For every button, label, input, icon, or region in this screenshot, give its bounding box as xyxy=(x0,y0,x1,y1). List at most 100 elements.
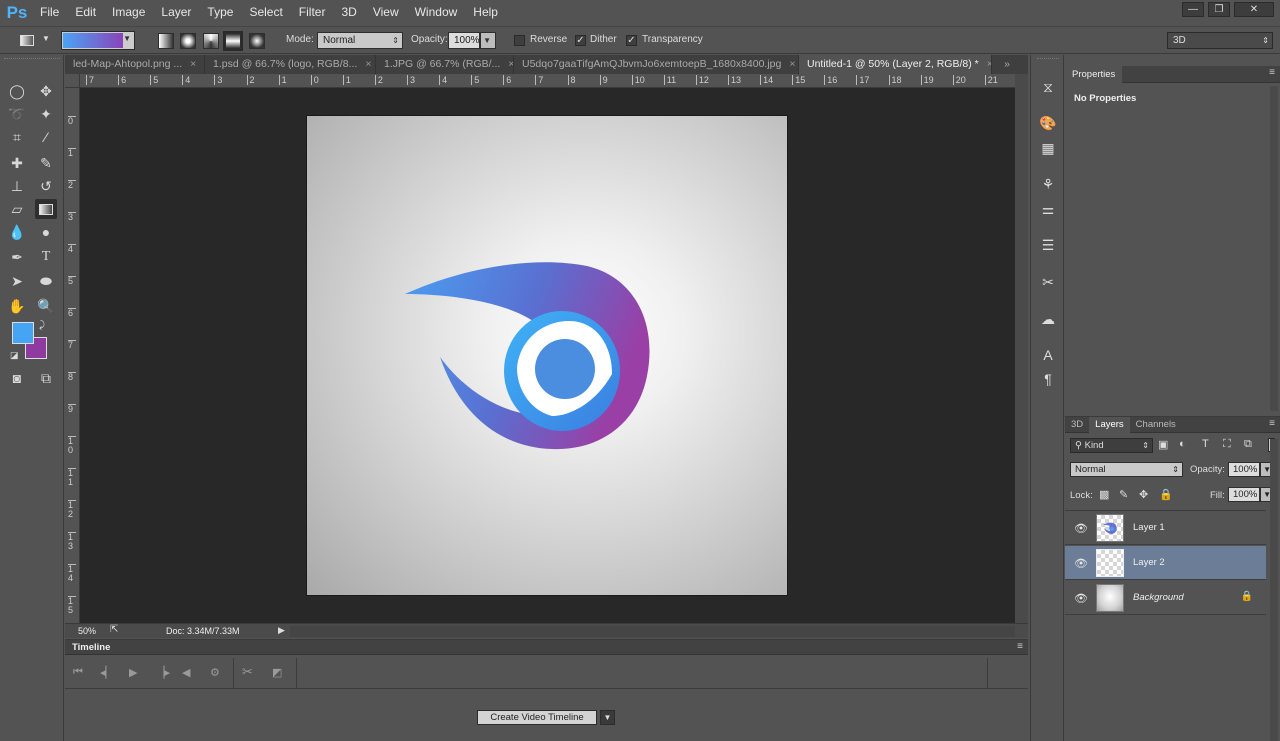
linear-gradient-button[interactable] xyxy=(158,33,174,49)
creative-cloud-icon[interactable]: ☁ xyxy=(1038,309,1058,329)
properties-scrollbar[interactable] xyxy=(1270,86,1278,411)
doc-tab[interactable]: led-Map-Ahtopol.png ... × xyxy=(65,55,205,74)
layer-name[interactable]: Background xyxy=(1133,592,1184,603)
pen-tool-icon[interactable]: ✒ xyxy=(6,247,28,267)
layer-row-selected[interactable]: 👁 Layer 2 xyxy=(1065,546,1266,580)
eye-icon[interactable]: 👁 xyxy=(1074,592,1088,605)
crop-tool-icon[interactable]: ⌗ xyxy=(6,127,28,147)
tab-layers[interactable]: Layers xyxy=(1089,417,1130,433)
gradient-tool-icon[interactable] xyxy=(35,199,57,219)
brush-tool-icon[interactable]: ✎ xyxy=(35,153,57,173)
swatches-panel-icon[interactable]: ▦ xyxy=(1038,138,1058,158)
eye-icon[interactable]: 👁 xyxy=(1074,557,1088,570)
clone-stamp-tool-icon[interactable]: ⊥ xyxy=(6,176,28,196)
screen-mode-icon[interactable]: ⧉ xyxy=(35,368,57,388)
close-button[interactable]: ✕ xyxy=(1234,2,1274,17)
document-canvas[interactable] xyxy=(307,116,787,595)
next-frame-icon[interactable]: ▕▸ xyxy=(156,666,170,679)
brushes-panel-icon[interactable]: ⚘ xyxy=(1038,174,1058,194)
ruler-horizontal[interactable]: 7 6 5 4 3 2 1 0 1 2 3 4 5 6 7 8 9 10 11 12 13 14 15 16 17 18 19 20 2… xyxy=(80,74,1015,88)
hand-tool-icon[interactable]: ✋ xyxy=(6,296,28,316)
quick-mask-icon[interactable]: ◙ xyxy=(6,368,28,388)
reverse-checkbox[interactable] xyxy=(514,35,525,46)
panel-menu-icon[interactable]: ≡ xyxy=(1269,418,1275,429)
blend-mode-select[interactable]: Normal ⇕ xyxy=(1070,462,1183,477)
panel-menu-icon[interactable]: ≡ xyxy=(1269,67,1275,78)
workspace-select[interactable]: 3D ⇕ xyxy=(1167,32,1273,49)
menu-type[interactable]: Type xyxy=(199,0,241,25)
filter-smart-object-icon[interactable]: ⧉ xyxy=(1244,438,1252,451)
horizontal-scrollbar[interactable] xyxy=(290,626,1015,637)
type-tool-icon[interactable]: T xyxy=(35,247,57,267)
layers-scrollbar[interactable] xyxy=(1270,439,1278,741)
fill-field[interactable]: 100% xyxy=(1228,487,1260,502)
move-tool-icon[interactable]: ✥ xyxy=(35,81,57,101)
layer-name[interactable]: Layer 1 xyxy=(1133,522,1165,533)
panel-menu-icon[interactable]: ≡ xyxy=(1017,641,1023,652)
menu-select[interactable]: Select xyxy=(241,0,290,25)
zoom-level[interactable]: 50% xyxy=(78,626,96,636)
menu-image[interactable]: Image xyxy=(104,0,153,25)
ellipse-tool-icon[interactable]: ⬬ xyxy=(35,271,57,291)
menu-window[interactable]: Window xyxy=(407,0,466,25)
mode-select[interactable]: Normal ⇕ xyxy=(317,32,403,49)
doc-tab[interactable]: 1.JPG @ 66.7% (RGB/... × xyxy=(376,55,514,74)
doc-tab[interactable]: 1.psd @ 66.7% (logo, RGB/8... × xyxy=(205,55,376,74)
layer-row[interactable]: 👁 Background 🔒 xyxy=(1065,581,1266,615)
go-to-first-frame-icon[interactable]: ⏮ xyxy=(73,666,83,679)
menu-file[interactable]: File xyxy=(32,0,67,25)
restore-button[interactable]: ❐ xyxy=(1208,2,1230,17)
blur-tool-icon[interactable]: 💧 xyxy=(6,222,28,242)
menu-edit[interactable]: Edit xyxy=(67,0,104,25)
history-panel-icon[interactable]: ⧖ xyxy=(1038,77,1058,97)
vertical-scrollbar[interactable] xyxy=(1015,74,1028,623)
history-brush-tool-icon[interactable]: ↺ xyxy=(35,176,57,196)
healing-brush-tool-icon[interactable]: ✚ xyxy=(6,153,28,173)
menu-filter[interactable]: Filter xyxy=(291,0,334,25)
transition-icon[interactable]: ◩ xyxy=(272,666,282,679)
character-panel-icon[interactable]: A xyxy=(1038,345,1058,365)
tab-3d[interactable]: 3D xyxy=(1065,417,1089,433)
settings-gear-icon[interactable]: ⚙ xyxy=(210,666,220,679)
close-icon[interactable]: × xyxy=(190,58,196,70)
filter-type-icon[interactable]: T xyxy=(1202,438,1209,450)
panel-grip[interactable] xyxy=(4,58,60,62)
foreground-color-swatch[interactable] xyxy=(12,322,34,344)
angle-gradient-button[interactable] xyxy=(203,33,219,49)
swap-colors-icon[interactable]: ⤸ xyxy=(39,320,45,331)
doc-tab[interactable]: U5dqo7gaaTifgAmQJbvmJo6xemtoepB_1680x840… xyxy=(514,55,799,74)
styles-panel-icon[interactable]: ☰ xyxy=(1038,235,1058,255)
diamond-gradient-button[interactable] xyxy=(249,33,265,49)
opacity-dropdown-button[interactable]: ▼ xyxy=(480,32,496,49)
layer-name[interactable]: Layer 2 xyxy=(1133,557,1165,568)
magic-wand-tool-icon[interactable]: ✦ xyxy=(35,104,57,124)
default-colors-icon[interactable]: ◪ xyxy=(10,350,19,361)
create-video-timeline-button[interactable]: Create Video Timeline xyxy=(477,710,597,725)
menu-layer[interactable]: Layer xyxy=(153,0,199,25)
menu-help[interactable]: Help xyxy=(465,0,506,25)
eyedropper-tool-icon[interactable]: ⁄ xyxy=(35,127,57,147)
filter-adjustment-icon[interactable]: ◐ xyxy=(1179,438,1186,450)
scissors-icon[interactable]: ✂ xyxy=(242,664,253,680)
layer-row[interactable]: 👁 Layer 1 xyxy=(1065,511,1266,545)
transparency-checkbox[interactable]: ✓ xyxy=(626,35,637,46)
path-selection-tool-icon[interactable]: ➤ xyxy=(6,271,28,291)
filter-shape-icon[interactable]: ⛶ xyxy=(1223,438,1231,451)
color-panel-icon[interactable]: 🎨 xyxy=(1038,113,1058,133)
lock-image-icon[interactable]: ✎ xyxy=(1119,488,1128,501)
close-icon[interactable]: × xyxy=(365,58,371,70)
panel-grip[interactable] xyxy=(1037,58,1059,62)
layer-filter-select[interactable]: ⚲ Kind ⇕ xyxy=(1070,438,1153,453)
timeline-type-dropdown[interactable]: ▼ xyxy=(600,710,615,725)
lock-position-icon[interactable]: ✥ xyxy=(1139,488,1148,501)
adjustments-panel-icon[interactable]: ⚌ xyxy=(1038,199,1058,219)
lasso-tool-icon[interactable]: ➰ xyxy=(6,104,28,124)
audio-icon[interactable]: ◀ xyxy=(182,666,190,679)
radial-gradient-button[interactable] xyxy=(180,33,196,49)
eye-icon[interactable]: 👁 xyxy=(1074,522,1088,535)
opacity-field[interactable]: 100% xyxy=(448,32,480,49)
eraser-tool-icon[interactable]: ▱ xyxy=(6,199,28,219)
layer-opacity-field[interactable]: 100% xyxy=(1228,462,1260,477)
tab-channels[interactable]: Channels xyxy=(1130,417,1182,433)
tab-properties[interactable]: Properties xyxy=(1065,66,1123,83)
